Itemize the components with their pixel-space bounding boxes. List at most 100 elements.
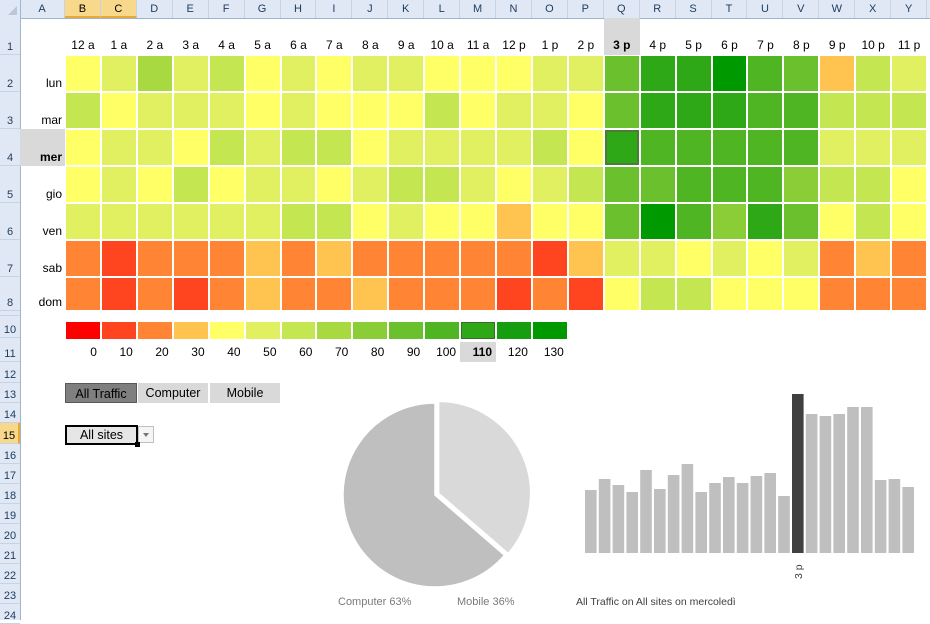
heatmap-cell[interactable] [604, 93, 639, 128]
heatmap-cell[interactable] [353, 204, 388, 239]
heatmap-cell[interactable] [461, 56, 496, 91]
heatmap-cell[interactable] [209, 241, 244, 276]
legend-swatch[interactable] [461, 322, 496, 339]
heatmap-cell[interactable] [712, 278, 747, 310]
heatmap-cell[interactable] [640, 204, 675, 239]
heatmap-cell[interactable] [892, 241, 927, 276]
heatmap-cell[interactable] [66, 278, 100, 310]
heatmap-cell[interactable] [568, 241, 603, 276]
heatmap-cell[interactable] [676, 56, 711, 91]
all-traffic-button[interactable]: All Traffic [65, 383, 137, 403]
heatmap-cell[interactable] [461, 241, 496, 276]
bar-5p[interactable] [819, 416, 832, 553]
heatmap-cell[interactable] [66, 204, 100, 239]
bar-4a[interactable] [640, 470, 652, 553]
bar-1p[interactable] [764, 473, 776, 553]
heatmap-cell[interactable] [173, 278, 208, 310]
heatmap-cell[interactable] [532, 130, 567, 165]
heatmap-cell[interactable] [137, 130, 172, 165]
heatmap-cell[interactable] [784, 167, 819, 202]
heatmap-cell[interactable] [532, 241, 567, 276]
bar-8a[interactable] [695, 492, 707, 553]
heatmap-cell[interactable] [892, 204, 927, 239]
bar-7p[interactable] [847, 407, 859, 553]
heatmap-cell[interactable] [604, 204, 639, 239]
heatmap-cell[interactable] [604, 167, 639, 202]
heatmap-cell[interactable] [317, 93, 352, 128]
heatmap-cell[interactable] [856, 93, 891, 128]
heatmap-cell[interactable] [317, 56, 352, 91]
heatmap-cell[interactable] [137, 278, 172, 310]
heatmap-cell[interactable] [101, 167, 136, 202]
heatmap-cell[interactable] [856, 56, 891, 91]
heatmap-cell[interactable] [173, 204, 208, 239]
row-header-19[interactable]: 19 [0, 504, 20, 524]
row-header-11[interactable]: 11 [0, 338, 20, 362]
row-header-4[interactable]: 4 [0, 129, 20, 166]
select-all-corner[interactable] [0, 0, 21, 18]
column-header-x[interactable]: X [855, 0, 892, 18]
heatmap-cell[interactable] [137, 241, 172, 276]
column-header-u[interactable]: U [747, 0, 784, 18]
legend-swatch[interactable] [281, 322, 316, 339]
row-header-22[interactable]: 22 [0, 564, 20, 584]
row-header-24[interactable]: 24 [0, 604, 20, 624]
heatmap-cell[interactable] [712, 167, 747, 202]
legend-swatch[interactable] [245, 322, 280, 339]
bar-3a[interactable] [626, 492, 638, 553]
heatmap-cell[interactable] [425, 93, 460, 128]
row-header-3[interactable]: 3 [0, 92, 20, 129]
heatmap-cell[interactable] [353, 167, 388, 202]
heatmap-cell[interactable] [892, 93, 927, 128]
heatmap-cell[interactable] [425, 204, 460, 239]
heatmap-cell[interactable] [389, 93, 424, 128]
heatmap-cell[interactable] [281, 93, 316, 128]
heatmap-cell[interactable] [640, 241, 675, 276]
heatmap-cell[interactable] [353, 93, 388, 128]
heatmap-cell[interactable] [209, 56, 244, 91]
heatmap-cell[interactable] [101, 278, 136, 310]
heatmap-cell[interactable] [173, 56, 208, 91]
heatmap-cell[interactable] [425, 167, 460, 202]
heatmap-cell[interactable] [856, 167, 891, 202]
heatmap-cell[interactable] [568, 278, 603, 310]
site-dropdown[interactable]: All sites [65, 425, 138, 445]
heatmap-cell[interactable] [209, 278, 244, 310]
heatmap-cell[interactable] [101, 56, 136, 91]
heatmap-cell[interactable] [676, 278, 711, 310]
heatmap-cell[interactable] [820, 56, 855, 91]
bar-6a[interactable] [667, 475, 680, 553]
row-header-20[interactable]: 20 [0, 524, 20, 544]
heatmap-cell[interactable] [209, 167, 244, 202]
legend-swatch[interactable] [209, 322, 244, 339]
heatmap-cell[interactable] [532, 167, 567, 202]
heatmap-cell[interactable] [676, 93, 711, 128]
heatmap-cell[interactable] [317, 204, 352, 239]
heatmap-cell[interactable] [461, 204, 496, 239]
fill-handle[interactable] [135, 442, 140, 447]
heatmap-cell[interactable] [245, 204, 280, 239]
column-header-m[interactable]: M [460, 0, 497, 18]
heatmap-cell[interactable] [497, 241, 531, 276]
legend-swatch[interactable] [532, 322, 567, 339]
heatmap-cell[interactable] [245, 241, 280, 276]
heatmap-cell[interactable] [676, 130, 711, 165]
row-header-8[interactable]: 8 [0, 277, 20, 311]
bar-6p[interactable] [833, 414, 845, 553]
heatmap-cell[interactable] [461, 167, 496, 202]
heatmap-cell[interactable] [281, 56, 316, 91]
legend-swatch[interactable] [317, 322, 352, 339]
heatmap-cell[interactable] [389, 130, 424, 165]
heatmap-cell[interactable] [353, 278, 388, 310]
column-header-k[interactable]: K [388, 0, 425, 18]
row-header-15[interactable]: 15 [0, 423, 20, 444]
bar-3p[interactable] [792, 394, 804, 553]
heatmap-cell[interactable] [712, 56, 747, 91]
heatmap-cell[interactable] [245, 278, 280, 310]
heatmap-cell[interactable] [353, 56, 388, 91]
row-header-7[interactable]: 7 [0, 240, 20, 277]
heatmap-cell[interactable] [748, 167, 783, 202]
column-header-t[interactable]: T [712, 0, 748, 18]
column-header-a[interactable]: A [20, 0, 65, 18]
row-header-6[interactable]: 6 [0, 203, 20, 240]
